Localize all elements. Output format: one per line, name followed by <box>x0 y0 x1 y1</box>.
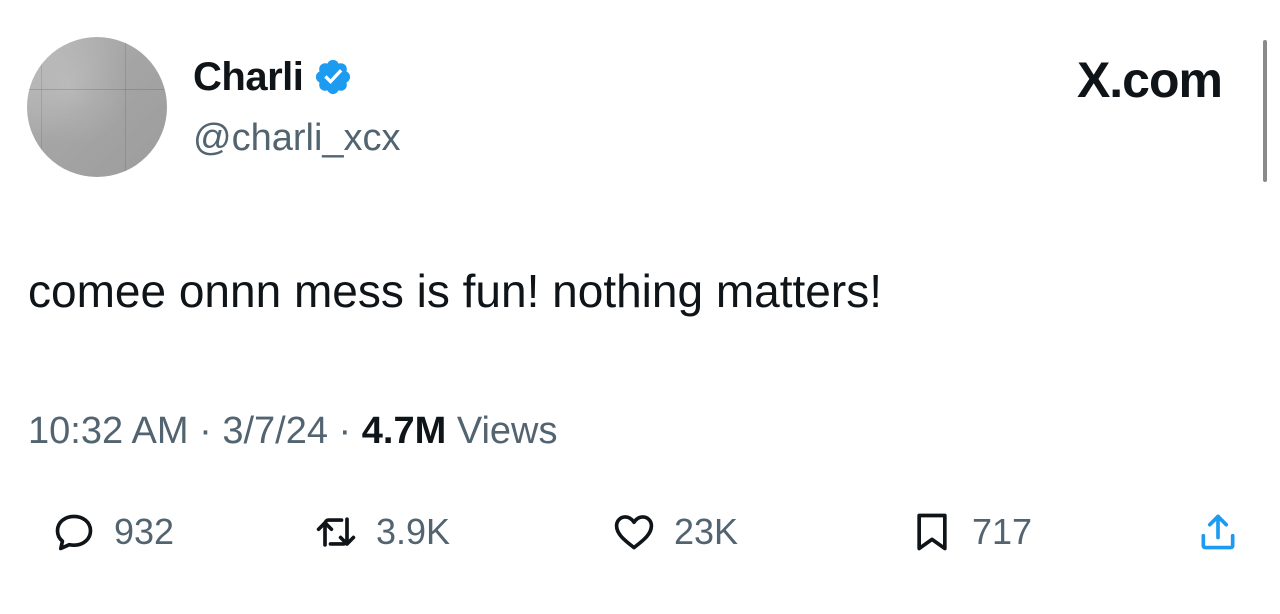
avatar-texture-line <box>27 89 167 90</box>
meta-separator: · <box>188 410 223 452</box>
reply-count: 932 <box>114 511 175 552</box>
bookmark-count: 717 <box>972 511 1033 552</box>
speech-bubble-icon <box>52 510 96 554</box>
avatar-texture-line <box>41 37 42 177</box>
author-name-row[interactable]: Charli <box>193 53 353 101</box>
heart-icon <box>612 510 656 554</box>
share-button[interactable] <box>1196 508 1240 556</box>
bookmark-button[interactable]: 717 <box>910 508 1032 556</box>
like-count: 23K <box>674 511 739 552</box>
repost-button[interactable]: 3.9K <box>314 508 450 556</box>
reply-button[interactable]: 932 <box>52 508 174 556</box>
avatar-texture-line <box>125 37 126 177</box>
like-button[interactable]: 23K <box>612 508 738 556</box>
scrollbar[interactable] <box>1263 40 1267 182</box>
author-avatar[interactable] <box>27 37 167 177</box>
repost-arrows-icon <box>314 510 358 554</box>
bookmark-icon <box>910 510 954 554</box>
author-display-name[interactable]: Charli <box>193 53 304 101</box>
tweet-date[interactable]: 3/7/24 <box>222 410 328 452</box>
meta-separator: · <box>328 410 362 452</box>
tweet-text: comee onnn mess is fun! nothing matters! <box>28 265 882 317</box>
tweet-meta: 10:32 AM · 3/7/24 · 4.7M Views <box>28 408 558 454</box>
author-handle[interactable]: @charli_xcx <box>193 115 401 161</box>
share-upload-icon <box>1196 510 1240 554</box>
views-count: 4.7M <box>361 410 447 452</box>
x-com-logo: X.com <box>1076 52 1223 108</box>
tweet-time[interactable]: 10:32 AM <box>28 410 189 452</box>
repost-count: 3.9K <box>376 511 451 552</box>
views-label: Views <box>446 410 558 452</box>
verified-badge-icon <box>313 57 353 97</box>
